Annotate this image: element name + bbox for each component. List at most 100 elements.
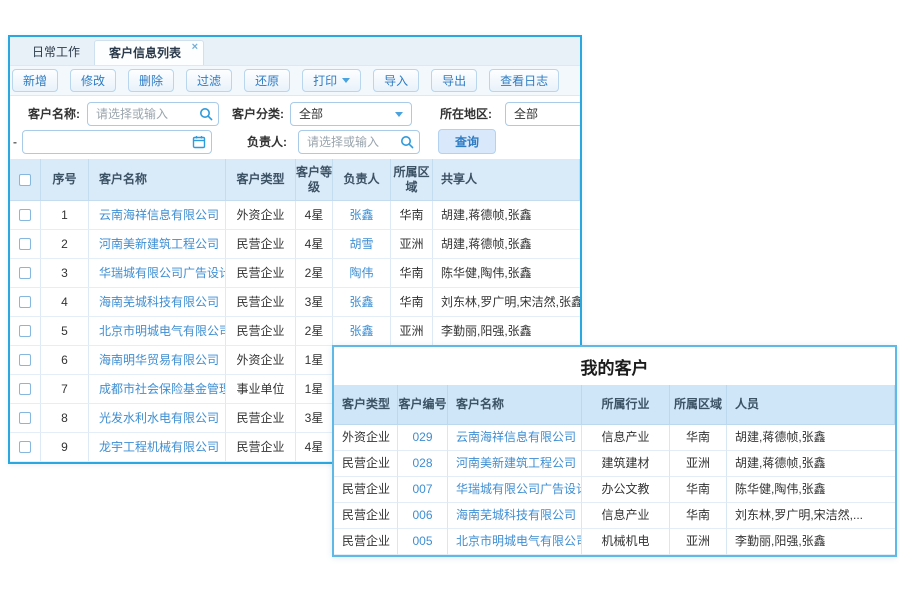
row-checkbox[interactable] <box>19 296 31 308</box>
row-checkbox[interactable] <box>19 325 31 337</box>
customer-category-select[interactable]: 全部 <box>290 102 412 126</box>
my-customers-body: 外资企业 029 云南海祥信息有限公司 信息产业 华南 胡建,蒋德帧,张鑫 民营… <box>334 425 895 555</box>
row-no: 2 <box>41 230 89 259</box>
customer-people: 胡建,蒋德帧,张鑫 <box>727 451 895 477</box>
edit-button[interactable]: 修改 <box>70 69 116 92</box>
table-row: 5 北京市明城电气有限公司 民营企业 2星 张鑫 亚洲 李勤丽,阳强,张鑫 <box>10 317 580 346</box>
export-button[interactable]: 导出 <box>431 69 477 92</box>
row-no: 7 <box>41 375 89 404</box>
customer-name-link[interactable]: 华瑞城有限公司广告设计部 <box>456 482 582 497</box>
customer-code-link[interactable]: 028 <box>412 456 432 471</box>
chevron-down-icon <box>395 112 403 117</box>
filter-button[interactable]: 过滤 <box>186 69 232 92</box>
customer-type: 民营企业 <box>334 477 398 503</box>
shared-people: 刘东林,罗广明,宋洁然,张鑫 <box>433 288 580 317</box>
my-customers-title: 我的客户 <box>334 347 895 385</box>
row-checkbox[interactable] <box>19 209 31 221</box>
customer-region: 华南 <box>670 477 727 503</box>
customer-type: 外资企业 <box>334 425 398 451</box>
customer-level: 4星 <box>296 201 333 230</box>
delete-button[interactable]: 删除 <box>128 69 174 92</box>
table-header-row: 序号 客户名称 客户类型 客户等级 负责人 所属区域 共享人 <box>10 159 580 201</box>
col-header-name: 客户名称 <box>89 159 226 201</box>
customer-code-link[interactable]: 007 <box>412 482 432 497</box>
customer-name-link[interactable]: 龙宇工程机械有限公司 <box>99 440 219 455</box>
col-header-owner: 负责人 <box>333 159 391 201</box>
print-button[interactable]: 打印 <box>302 69 361 92</box>
tab-daily-work[interactable]: 日常工作 <box>18 40 94 65</box>
customer-code-link[interactable]: 006 <box>412 508 432 523</box>
owner-link[interactable]: 张鑫 <box>349 324 373 339</box>
customer-region: 亚洲 <box>670 529 727 555</box>
add-button[interactable]: 新增 <box>12 69 58 92</box>
customer-level: 2星 <box>296 317 333 346</box>
customer-industry: 信息产业 <box>582 503 670 529</box>
query-button[interactable]: 查询 <box>438 129 496 154</box>
shared-people: 陈华健,陶伟,张鑫 <box>433 259 580 288</box>
restore-button[interactable]: 还原 <box>244 69 290 92</box>
owner-link[interactable]: 胡雪 <box>349 237 373 252</box>
customer-name-link[interactable]: 北京市明城电气有限公司 <box>456 534 582 549</box>
customer-people: 李勤丽,阳强,张鑫 <box>727 529 895 555</box>
customer-name-link[interactable]: 海南明华贸易有限公司 <box>99 353 219 368</box>
row-checkbox[interactable] <box>19 383 31 395</box>
calendar-icon[interactable] <box>192 135 206 152</box>
tab-customer-list-label: 客户信息列表 <box>109 46 181 60</box>
search-icon[interactable] <box>400 135 414 152</box>
view-log-button[interactable]: 查看日志 <box>489 69 559 92</box>
customer-type: 民营企业 <box>334 529 398 555</box>
tab-customer-list[interactable]: 客户信息列表 × <box>94 40 204 65</box>
row-checkbox[interactable] <box>19 441 31 453</box>
close-icon[interactable]: × <box>192 42 198 53</box>
customer-name-link[interactable]: 北京市明城电气有限公司 <box>99 324 226 339</box>
customer-name-link[interactable]: 云南海祥信息有限公司 <box>99 208 219 223</box>
date-input[interactable] <box>22 130 212 154</box>
customer-level: 4星 <box>296 230 333 259</box>
customer-name-link[interactable]: 海南芜城科技有限公司 <box>99 295 219 310</box>
table-row: 民营企业 005 北京市明城电气有限公司 机械机电 亚洲 李勤丽,阳强,张鑫 <box>334 529 895 555</box>
customer-industry: 办公文教 <box>582 477 670 503</box>
row-checkbox[interactable] <box>19 354 31 366</box>
customer-code-link[interactable]: 029 <box>412 430 432 445</box>
row-checkbox[interactable] <box>19 267 31 279</box>
shared-people: 李勤丽,阳强,张鑫 <box>433 317 580 346</box>
row-checkbox[interactable] <box>19 412 31 424</box>
row-no: 8 <box>41 404 89 433</box>
customer-type: 民营企业 <box>226 433 296 462</box>
customer-region: 亚洲 <box>391 317 433 346</box>
customer-level: 2星 <box>296 259 333 288</box>
customer-type: 事业单位 <box>226 375 296 404</box>
customer-region: 华南 <box>391 288 433 317</box>
customer-name-link[interactable]: 光发水利水电有限公司 <box>99 411 219 426</box>
select-all-checkbox[interactable] <box>19 174 31 186</box>
row-no: 6 <box>41 346 89 375</box>
customer-level: 4星 <box>296 433 333 462</box>
customer-name-link[interactable]: 云南海祥信息有限公司 <box>456 430 576 445</box>
customer-name-link[interactable]: 华瑞城有限公司广告设计部 <box>99 266 226 281</box>
row-no: 4 <box>41 288 89 317</box>
customer-type: 民营企业 <box>226 259 296 288</box>
shared-people: 胡建,蒋德帧,张鑫 <box>433 201 580 230</box>
customer-category-value: 全部 <box>299 107 323 121</box>
table-row: 外资企业 029 云南海祥信息有限公司 信息产业 华南 胡建,蒋德帧,张鑫 <box>334 425 895 451</box>
import-button[interactable]: 导入 <box>373 69 419 92</box>
customer-name-link[interactable]: 河南美新建筑工程公司 <box>99 237 219 252</box>
owner-link[interactable]: 陶伟 <box>349 266 373 281</box>
customer-name-link[interactable]: 河南美新建筑工程公司 <box>456 456 576 471</box>
customer-name-link[interactable]: 海南芜城科技有限公司 <box>456 508 576 523</box>
col-header-industry: 所属行业 <box>582 385 670 425</box>
customer-region: 华南 <box>670 425 727 451</box>
customer-people: 陈华健,陶伟,张鑫 <box>727 477 895 503</box>
region-filter-select[interactable]: 全部 <box>505 102 582 126</box>
region-filter-label: 所在地区: <box>440 102 492 126</box>
customer-name-link[interactable]: 成都市社会保险基金管理... <box>99 382 226 397</box>
customer-level: 3星 <box>296 288 333 317</box>
col-header-type: 客户类型 <box>226 159 296 201</box>
owner-link[interactable]: 张鑫 <box>349 208 373 223</box>
customer-region: 华南 <box>670 503 727 529</box>
customer-code-link[interactable]: 005 <box>412 534 432 549</box>
row-checkbox[interactable] <box>19 238 31 250</box>
customer-region: 华南 <box>391 259 433 288</box>
owner-link[interactable]: 张鑫 <box>349 295 373 310</box>
search-icon[interactable] <box>199 107 213 124</box>
